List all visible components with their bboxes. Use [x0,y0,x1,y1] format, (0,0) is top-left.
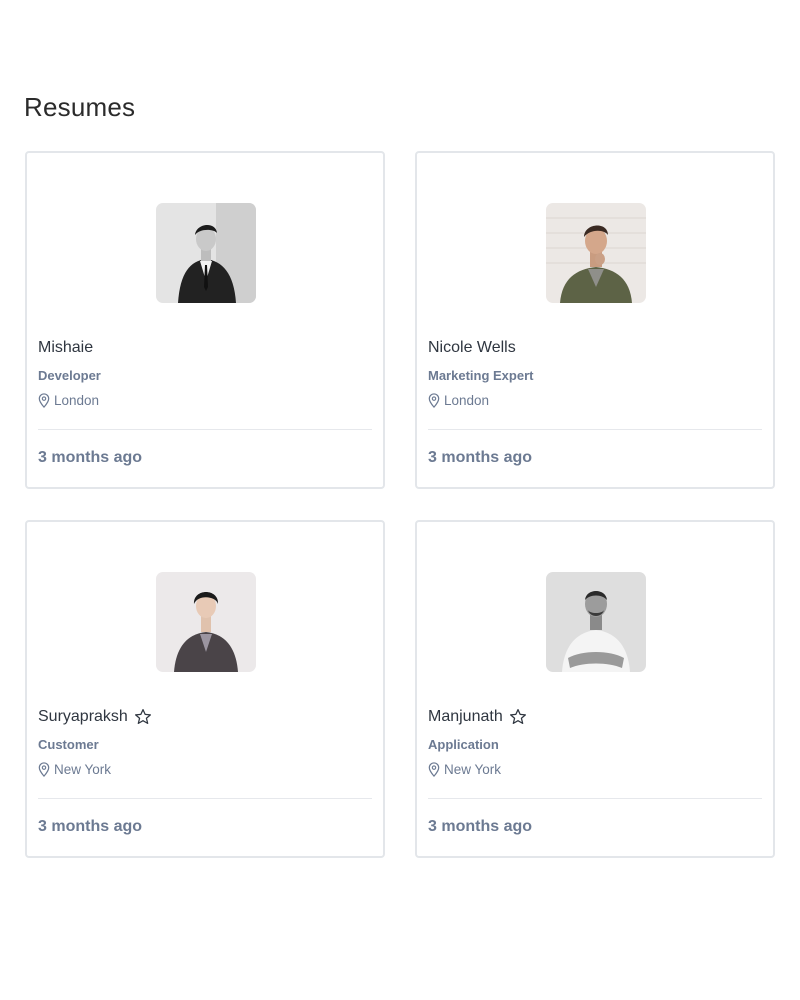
divider [428,798,762,799]
resume-card[interactable]: Mishaie Developer London 3 months ago [25,151,385,489]
candidate-location: London [54,393,100,408]
resume-grid: Mishaie Developer London 3 months ago Ni… [25,151,775,858]
candidate-name[interactable]: Suryapraksh [38,708,128,726]
avatar[interactable] [546,203,646,303]
candidate-role: Marketing Expert [428,368,534,383]
name-row: Manjunath [428,708,527,726]
location-row: New York [428,762,501,777]
avatar[interactable] [546,572,646,672]
posted-time: 3 months ago [38,818,143,835]
candidate-location: New York [444,762,502,777]
name-row: Nicole Wells [428,339,516,357]
map-pin-icon [428,393,440,408]
location-row: London [38,393,99,408]
candidate-role: Application [428,737,499,752]
page-title: Resumes [24,92,136,122]
person-photo-icon [546,572,646,672]
candidate-role: Developer [38,368,101,383]
candidate-location: New York [54,762,112,777]
divider [38,429,372,430]
resume-card[interactable]: Nicole Wells Marketing Expert London 3 m… [415,151,775,489]
star-icon[interactable] [134,708,152,726]
divider [428,429,762,430]
candidate-name[interactable]: Nicole Wells [428,339,516,357]
name-row: Suryapraksh [38,708,152,726]
person-photo-icon [546,203,646,303]
avatar[interactable] [156,572,256,672]
divider [38,798,372,799]
map-pin-icon [428,762,440,777]
candidate-name[interactable]: Mishaie [38,339,93,357]
avatar[interactable] [156,203,256,303]
map-pin-icon [38,393,50,408]
candidate-location: London [444,393,490,408]
star-icon[interactable] [509,708,527,726]
person-photo-icon [156,203,256,303]
map-pin-icon [38,762,50,777]
location-row: London [428,393,489,408]
candidate-role: Customer [38,737,99,752]
posted-time: 3 months ago [428,449,533,466]
resume-card[interactable]: Suryapraksh Customer New York 3 months a… [25,520,385,858]
resume-card[interactable]: Manjunath Application New York 3 months … [415,520,775,858]
candidate-name[interactable]: Manjunath [428,708,503,726]
posted-time: 3 months ago [428,818,533,835]
location-row: New York [38,762,111,777]
person-photo-icon [156,572,256,672]
name-row: Mishaie [38,339,93,357]
posted-time: 3 months ago [38,449,143,466]
